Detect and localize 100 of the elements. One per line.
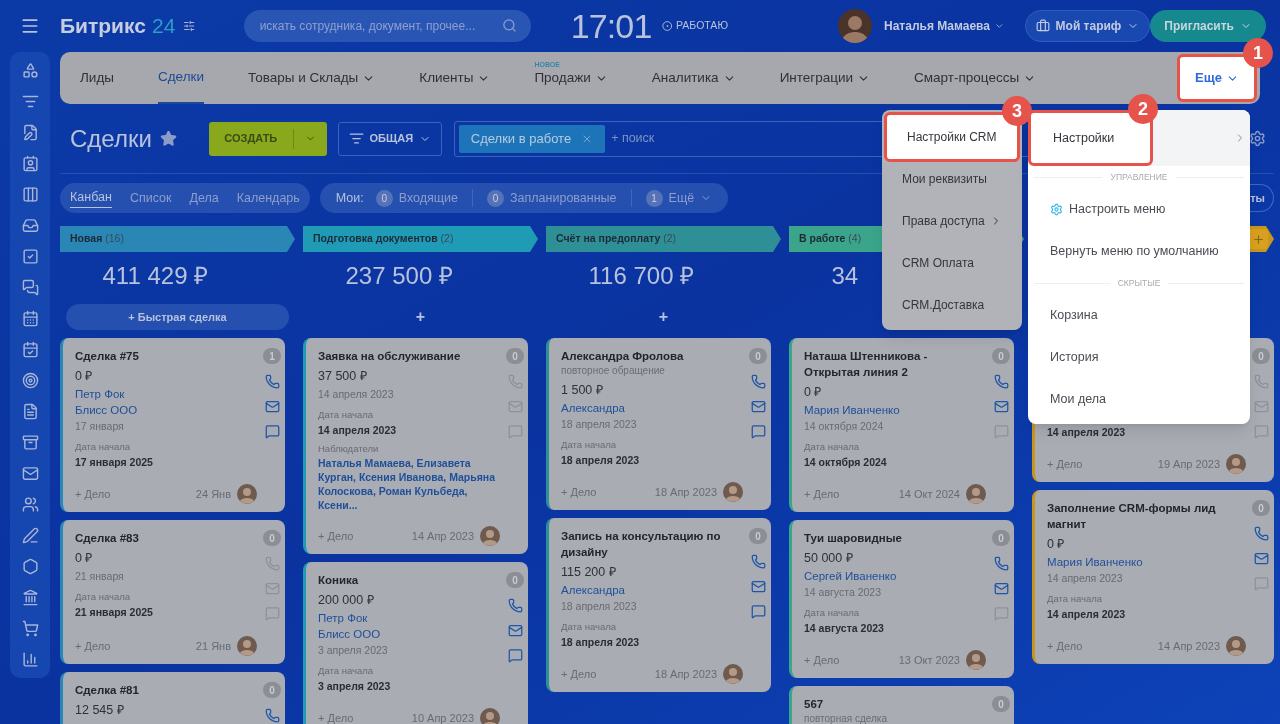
phone-icon[interactable] [750, 554, 766, 569]
chat-icon[interactable] [21, 279, 39, 296]
deal-title[interactable]: Туи шаровидные [804, 530, 986, 546]
deal-title[interactable]: Наташа Штенникова - Открытая линия 2 [804, 348, 986, 380]
create-button[interactable]: СОЗДАТЬ [208, 121, 327, 156]
menu-item[interactable]: CRM.Доставка [882, 284, 1022, 326]
settings-sliders-icon[interactable] [183, 19, 196, 33]
deal-card[interactable]: Сделка #75 0 ₽ Петр Фок Блисс ООО 17 января Дата начала 17 января 2025 + Дело 24 Янв 1 [60, 338, 285, 512]
counter-link[interactable]: Запланированные [510, 188, 617, 208]
view-tab[interactable]: Список [129, 188, 172, 208]
contact-card-icon[interactable] [21, 155, 39, 172]
menu-item[interactable]: Настроить меню [1028, 188, 1188, 230]
deal-title[interactable]: Коника [318, 572, 500, 588]
mail-icon[interactable] [993, 581, 1009, 596]
menu-item[interactable]: Права доступа [882, 200, 1022, 242]
contact-link[interactable]: Блисс ООО [75, 402, 257, 418]
nav-tab[interactable]: Товары и Склады [248, 52, 376, 104]
nav-tab[interactable]: Интеграции [779, 52, 871, 104]
mail-icon[interactable] [750, 399, 766, 414]
nav-tab[interactable]: Лиды [80, 52, 114, 104]
user-name[interactable]: Наталья Мамаева [884, 17, 990, 35]
document-edit-icon[interactable] [21, 124, 39, 141]
deal-card[interactable]: Сделка #81 12 545 ₽ 0 [60, 672, 285, 724]
calendar-check-icon[interactable] [21, 341, 39, 358]
phone-icon[interactable] [1253, 526, 1269, 541]
work-status[interactable]: РАБОТАЮ [676, 18, 728, 34]
view-tab[interactable]: Календарь [236, 188, 300, 208]
deal-title[interactable]: 567 [804, 696, 986, 712]
tariff-button[interactable]: Мой тариф [1024, 10, 1151, 42]
deal-title[interactable]: Сделка #75 [75, 348, 257, 364]
deal-title[interactable]: Заявка на обслуживание [318, 348, 500, 364]
contact-link[interactable]: Сергей Иваненко [804, 568, 986, 584]
deal-title[interactable]: Сделка #81 [75, 682, 257, 698]
filter-icon[interactable] [21, 93, 39, 110]
star-icon[interactable] [159, 130, 177, 147]
user-avatar[interactable] [838, 9, 872, 43]
menu-item[interactable]: История [1028, 336, 1121, 378]
menu-item[interactable]: Мои дела [1028, 378, 1129, 420]
chat-icon[interactable] [750, 424, 766, 439]
filter-tag[interactable]: Сделки в работе [458, 124, 606, 153]
menu-icon[interactable] [20, 16, 40, 36]
phone-icon[interactable] [264, 708, 280, 723]
stage-header[interactable]: Счёт на предоплату (2) [546, 226, 781, 252]
stage-header[interactable]: Подготовка документов (2) [303, 226, 538, 252]
pen-icon[interactable] [21, 527, 39, 544]
contact-link[interactable]: Петр Фок [318, 610, 500, 626]
chat-icon[interactable] [750, 604, 766, 619]
menu-item[interactable]: Корзина [1028, 294, 1120, 336]
quick-add-button[interactable]: + Быстрая сделка [66, 304, 289, 330]
deal-title[interactable]: Запись на консультацию по дизайну [561, 528, 743, 560]
contact-link[interactable]: Александра [561, 582, 743, 598]
deal-card[interactable] [303, 338, 528, 554]
bar-chart-icon[interactable] [21, 651, 39, 668]
contact-link[interactable]: Мария Иванченко [1047, 554, 1246, 570]
columns-icon[interactable] [21, 186, 39, 203]
phone-icon[interactable] [507, 598, 523, 613]
chat-icon[interactable] [264, 424, 280, 439]
contact-link[interactable]: Петр Фок [75, 386, 257, 402]
deal-card[interactable]: 567 повторная сделка 0 [789, 686, 1014, 724]
inbox-icon[interactable] [21, 217, 39, 234]
deal-card[interactable]: Наташа Штенникова - Открытая линия 2 0 ₽ Мария Иванченко 14 октября 2024 Дата начала 14 октября 2024 + Дело 14 Окт 2024 0 [789, 338, 1014, 512]
mail-icon[interactable] [264, 399, 280, 414]
deal-title[interactable]: Сделка #83 [75, 530, 257, 546]
mail-icon[interactable] [1253, 551, 1269, 566]
deal-card[interactable]: Туи шаровидные 50 000 ₽ Сергей Иваненко 14 августа 2023 Дата начала 14 августа 2023 + Дело 13 Окт 2023 0 [789, 520, 1014, 678]
deal-title[interactable]: Заполнение CRM-формы лид магнит [1047, 500, 1246, 532]
checkbox-icon[interactable] [21, 248, 39, 265]
menu-item[interactable]: Вернуть меню по умолчанию [1028, 230, 1241, 272]
phone-icon[interactable] [993, 374, 1009, 389]
deal-card[interactable]: Запись на консультацию по дизайну 115 200 ₽ Александра 18 апреля 2023 Дата начала 18 апреля 2023 + Дело 18 Апр 2023 0 [546, 518, 771, 692]
logo[interactable]: Битрикс [60, 10, 146, 42]
cart-icon[interactable] [21, 620, 39, 637]
logo-number[interactable]: 24 [151, 10, 176, 42]
calendar-icon[interactable] [21, 310, 39, 327]
deal-card[interactable]: Коника 200 000 ₽ Петр Фок Блисс ООО 3 апреля 2023 Дата начала 3 апреля 2023 + Дело 10 Апр 2023 0 [303, 562, 528, 724]
hexagon-icon[interactable] [21, 558, 39, 575]
shapes-icon[interactable] [21, 62, 39, 79]
settings-icon[interactable] [1249, 130, 1266, 147]
mail-icon[interactable] [993, 399, 1009, 414]
bank-icon[interactable] [21, 589, 39, 606]
phone-icon[interactable] [264, 374, 280, 389]
deal-card[interactable]: Заполнение CRM-формы лид магнит 0 ₽ Мария Иванченко 14 апреля 2023 Дата начала 14 апреля 2023 + Дело 14 Апр 2023 0 [1032, 490, 1274, 664]
add-stage-button[interactable] [1248, 229, 1268, 249]
target-icon[interactable] [21, 372, 39, 389]
search-field[interactable]: искать сотрудника, документ, прочее... [243, 10, 531, 42]
contact-link[interactable]: Александра [561, 400, 743, 416]
archive-icon[interactable] [21, 434, 39, 451]
nav-tab[interactable]: Сделки [158, 52, 204, 104]
observers-list[interactable]: Наталья Мамаева, Елизавета Курган, Ксения Иванова, Марьяна Колоскова, Роман Кульбеда, Ксени... [318, 456, 500, 512]
document-icon[interactable] [21, 403, 39, 420]
quick-add-button[interactable]: + [552, 304, 775, 330]
phone-icon[interactable] [993, 556, 1009, 571]
quick-add-button[interactable]: + [309, 304, 532, 330]
mail-icon[interactable] [21, 465, 39, 482]
view-tab[interactable]: Канбан [70, 188, 112, 208]
people-icon[interactable] [21, 496, 39, 513]
phone-icon[interactable] [750, 374, 766, 389]
nav-tab[interactable]: Клиенты [419, 52, 491, 104]
deal-card[interactable]: Александра Фролова повторное обращение 1 500 ₽ Александра 18 апреля 2023 Дата начала 18 апреля 2023 + Дело 18 Апр 2023 0 [546, 338, 771, 510]
contact-link[interactable]: Мария Иванченко [804, 402, 986, 418]
